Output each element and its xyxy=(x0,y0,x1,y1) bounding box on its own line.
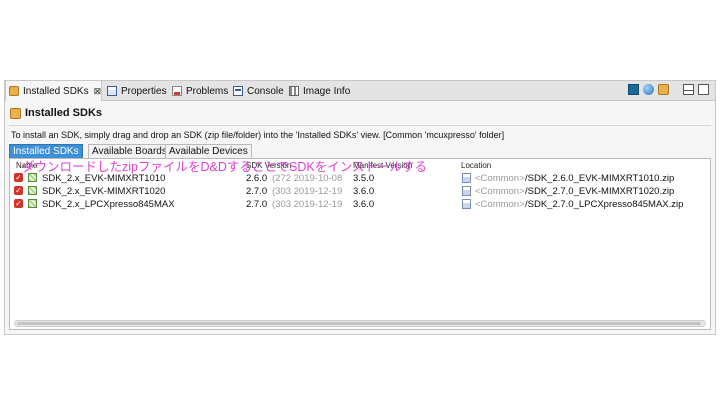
checkbox-icon[interactable]: ✓ xyxy=(14,186,23,195)
tab-console[interactable]: Console xyxy=(230,81,287,101)
tab-label: Properties xyxy=(121,85,167,97)
annotation-text: ダウンロードしたzipファイルをD&DすることでSDKをインストールする xyxy=(22,160,427,174)
view-heading: Installed SDKs xyxy=(10,107,102,119)
instructions-text: To install an SDK, simply drag and drop … xyxy=(11,130,505,140)
problems-icon xyxy=(172,86,182,96)
package-icon xyxy=(28,199,37,208)
zip-file-icon xyxy=(462,173,471,183)
view-title: Installed SDKs xyxy=(25,107,103,119)
properties-icon xyxy=(107,86,117,96)
tab-label: Console xyxy=(247,85,284,97)
installed-sdks-view: Installed SDKs ⊠ Properties Problems Con… xyxy=(4,80,716,335)
package-icon xyxy=(28,186,37,195)
minimize-icon[interactable] xyxy=(683,84,694,95)
view-tab-bar: Installed SDKs ⊠ Properties Problems Con… xyxy=(5,81,715,101)
column-header-location[interactable]: Location xyxy=(461,161,491,170)
close-icon[interactable]: ⊠ xyxy=(94,86,102,97)
location-prefix: <Common> xyxy=(475,173,525,184)
import-sdk-icon[interactable] xyxy=(658,84,669,95)
horizontal-scrollbar[interactable] xyxy=(14,320,706,327)
sdk-name: SDK_2.x_LPCXpresso845MAX xyxy=(42,199,175,210)
maximize-icon[interactable] xyxy=(698,84,709,95)
sdk-icon xyxy=(9,86,19,96)
toolbar-separator xyxy=(673,84,679,95)
sdk-version: 2.7.0 xyxy=(246,199,268,210)
sdk-icon xyxy=(10,107,21,119)
delete-sdk-icon[interactable] xyxy=(628,84,639,95)
view-toolbar xyxy=(628,84,709,95)
location-prefix: <Common> xyxy=(475,199,525,210)
location-prefix: <Common> xyxy=(475,186,525,197)
table-row[interactable]: ✓ SDK_2.x_EVK-MIMXRT1020 2.7.0 (303 2019… xyxy=(10,185,710,198)
location-path: /SDK_2.6.0_EVK-MIMXRT1010.zip xyxy=(525,173,675,184)
sdk-version-detail: (303 2019-12-19 xyxy=(272,199,343,210)
console-icon xyxy=(233,86,243,96)
manifest-version: 3.6.0 xyxy=(353,199,375,210)
view-content: Installed SDKs To install an SDK, simply… xyxy=(5,101,715,334)
tab-image-info[interactable]: Image Info xyxy=(286,81,353,101)
location-path: /SDK_2.7.0_EVK-MIMXRT1020.zip xyxy=(525,186,675,197)
sdk-version: 2.7.0 xyxy=(246,186,268,197)
tab-label: Image Info xyxy=(303,85,351,97)
zip-file-icon xyxy=(462,199,471,209)
tab-problems[interactable]: Problems xyxy=(169,81,231,101)
sdk-version-detail: (303 2019-12-19 xyxy=(272,186,343,197)
checkbox-icon[interactable]: ✓ xyxy=(14,199,23,208)
location-path: /SDK_2.7.0_LPCXpresso845MAX.zip xyxy=(525,199,684,210)
globe-icon[interactable] xyxy=(643,84,654,95)
tab-properties[interactable]: Properties xyxy=(104,81,170,101)
sdk-name: SDK_2.x_EVK-MIMXRT1020 xyxy=(42,186,166,197)
tab-installed-sdks[interactable]: Installed SDKs ⊠ xyxy=(5,81,102,101)
table-row[interactable]: ✓ SDK_2.x_LPCXpresso845MAX 2.7.0 (303 20… xyxy=(10,198,710,211)
sdk-table-panel: Name SDK Version Manifest Version Locati… xyxy=(9,158,711,330)
scrollbar-thumb[interactable] xyxy=(17,322,701,325)
tab-label: Installed SDKs xyxy=(23,85,89,97)
zip-file-icon xyxy=(462,186,471,196)
manifest-version: 3.6.0 xyxy=(353,186,375,197)
image-info-icon xyxy=(289,86,299,96)
tab-label: Problems xyxy=(186,85,229,97)
heading-divider xyxy=(9,125,711,126)
